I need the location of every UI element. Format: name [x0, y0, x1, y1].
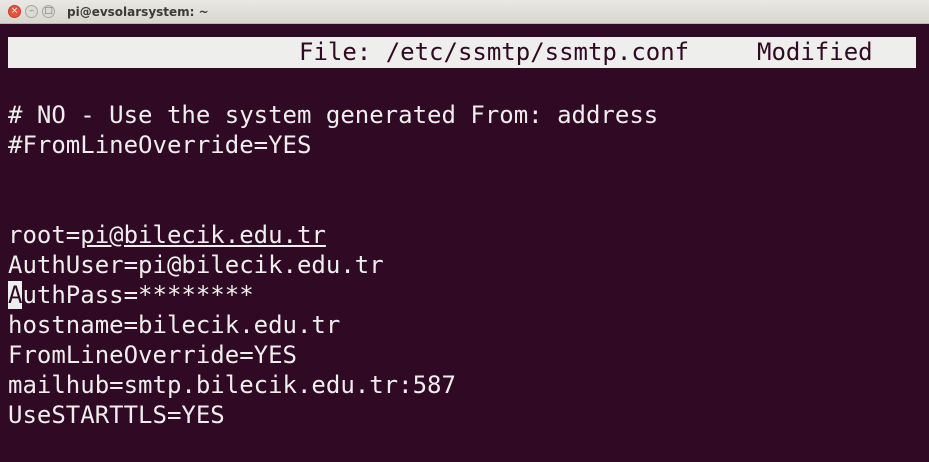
- editor-line-root: root=pi@bilecik.edu.tr: [8, 220, 658, 250]
- editor-line: # NO - Use the system generated From: ad…: [8, 101, 659, 129]
- editor-line-authuser: AuthUser=pi@bilecik.edu.tr: [8, 251, 384, 279]
- maximize-window-icon[interactable]: □: [42, 5, 55, 18]
- nano-header-bar: GNU nano 2.2.6 File: /etc/ssmtp/ssmtp.co…: [8, 37, 916, 97]
- root-value-link: pi@bilecik.edu.tr: [80, 221, 326, 249]
- nano-modified-status: Modified: [757, 38, 873, 66]
- window-title: pi@evsolarsystem: ~: [67, 4, 209, 19]
- editor-text-area[interactable]: # NO - Use the system generated From: ad…: [8, 100, 658, 430]
- editor-line-fromline: FromLineOverride=YES: [8, 341, 297, 369]
- nano-version: GNU nano 2.2.6: [93, 69, 297, 97]
- editor-line-mailhub: mailhub=smtp.bilecik.edu.tr:587: [8, 371, 456, 399]
- authpass-text: uthPass=********: [22, 281, 254, 309]
- editor-line-empty: [8, 160, 658, 190]
- editor-line-hostname: hostname=bilecik.edu.tr: [8, 311, 341, 339]
- window-titlebar[interactable]: × – □ pi@evsolarsystem: ~: [0, 0, 929, 24]
- terminal-window: × – □ pi@evsolarsystem: ~ GNU nano 2.2.6…: [0, 0, 929, 462]
- nano-file-path: File: /etc/ssmtp/ssmtp.conf: [299, 38, 690, 66]
- root-key: root=: [8, 221, 81, 249]
- editor-line-empty: [8, 190, 658, 220]
- editor-line-authpass: AuthPass=********: [8, 280, 658, 310]
- close-window-icon[interactable]: ×: [8, 5, 21, 18]
- text-cursor: A: [8, 281, 23, 309]
- editor-line: #FromLineOverride=YES: [8, 131, 312, 159]
- minimize-window-icon[interactable]: –: [25, 5, 38, 18]
- editor-line-usestarttls: UseSTARTTLS=YES: [8, 401, 225, 429]
